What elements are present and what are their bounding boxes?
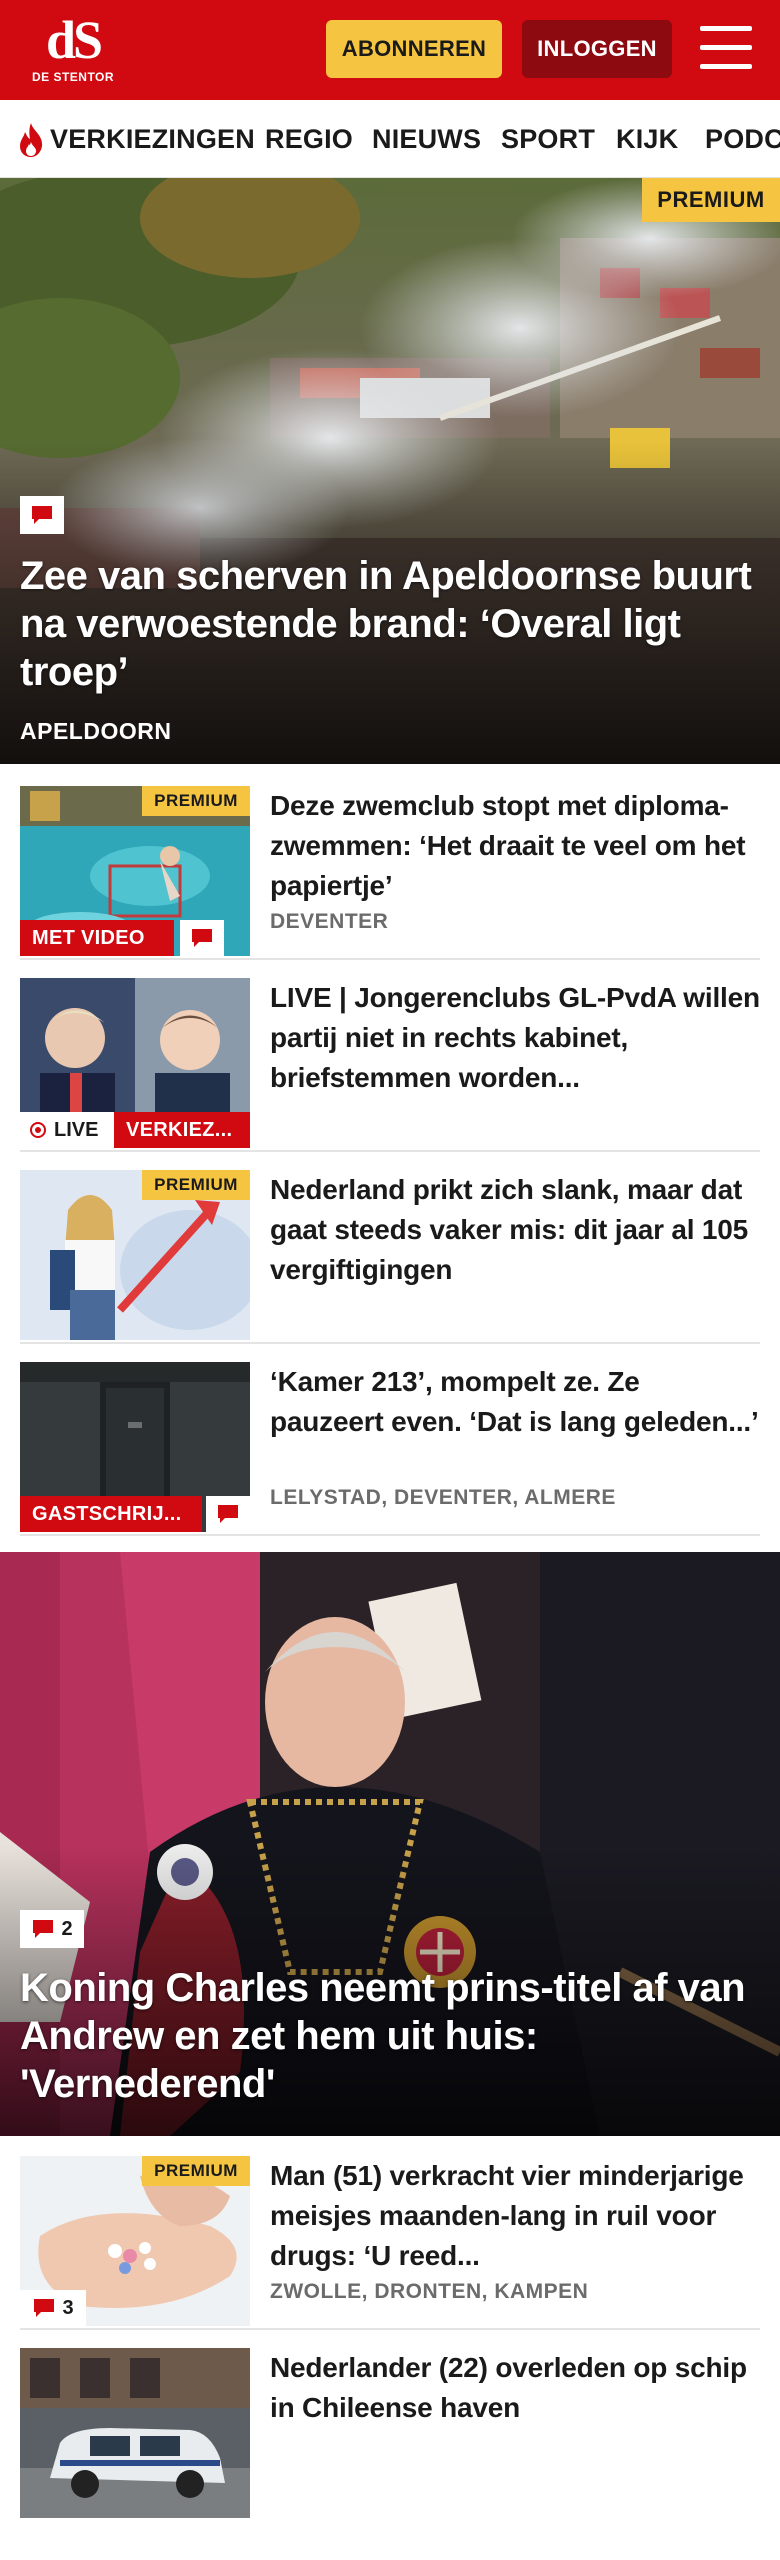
article-row[interactable]: GASTSCHRIJ... ‘Kamer 213’, mompelt ze. Z… xyxy=(20,1362,760,1536)
comment-icon xyxy=(192,929,212,947)
flame-icon xyxy=(20,123,43,157)
logo-mark: dS xyxy=(45,10,103,70)
hero-article[interactable]: PREMIUM Zee van scherven in Apeldoornse … xyxy=(0,178,780,764)
premium-badge: PREMIUM xyxy=(142,1170,250,1200)
hero-headline[interactable]: Zee van scherven in Apeldoornse buurt na… xyxy=(20,552,760,696)
live-text: LIVE xyxy=(54,1118,99,1141)
article-location: DEVENTER xyxy=(270,910,389,933)
hero-headline[interactable]: Koning Charles neemt prins-titel af van … xyxy=(20,1964,760,2108)
article-headline[interactable]: Nederlander (22) overleden op schip in C… xyxy=(270,2348,760,2428)
article-headline[interactable]: Deze zwemclub stopt met diploma-zwemmen:… xyxy=(270,786,760,906)
live-label: LIVE xyxy=(20,1112,114,1148)
article-thumbnail: LIVE VERKIEZ... xyxy=(20,978,250,1148)
premium-badge: PREMIUM xyxy=(642,178,780,222)
logo-subtitle: DE STENTOR xyxy=(31,70,115,84)
article-thumbnail: GASTSCHRIJ... xyxy=(20,1362,250,1532)
nav-item-podcast[interactable]: PODC xyxy=(705,120,780,158)
comment-icon xyxy=(218,1505,238,1523)
thumbnail-image xyxy=(20,2348,250,2518)
nav-item-verkiezingen[interactable]: VERKIEZINGEN xyxy=(50,120,255,158)
premium-badge: PREMIUM xyxy=(142,2156,250,2186)
nav-item-sport[interactable]: SPORT xyxy=(501,120,595,158)
article-thumbnail xyxy=(20,2348,250,2518)
article-thumbnail: PREMIUM MET VIDEO xyxy=(20,786,250,956)
comment-count: 2 xyxy=(61,1917,73,1940)
nav-item-regio[interactable]: REGIO xyxy=(265,120,353,158)
hero-location: APELDOORN xyxy=(20,718,172,744)
article-location: ZWOLLE, DRONTEN, KAMPEN xyxy=(270,2280,589,2303)
hamburger-menu-icon[interactable] xyxy=(700,26,752,70)
site-header: dS DE STENTOR ABONNEREN INLOGGEN xyxy=(0,0,780,100)
article-headline[interactable]: Man (51) verkracht vier minderjarige mei… xyxy=(270,2156,760,2276)
comment-badge[interactable] xyxy=(20,496,64,534)
comment-badge[interactable]: 3 xyxy=(20,2290,86,2326)
article-thumbnail: PREMIUM xyxy=(20,1170,250,1340)
site-logo[interactable]: dS DE STENTOR xyxy=(28,12,118,88)
comment-icon xyxy=(34,2299,55,2317)
video-label: MET VIDEO xyxy=(20,920,174,956)
nav-item-kijk[interactable]: KIJK xyxy=(616,120,678,158)
comment-badge[interactable]: 2 xyxy=(20,1910,84,1948)
article-row[interactable]: PREMIUM 3 Man (51) verkracht vier minder… xyxy=(20,2156,760,2330)
article-headline[interactable]: ‘Kamer 213’, mompelt ze. Ze pauzeert eve… xyxy=(270,1362,760,1442)
subscribe-button[interactable]: ABONNEREN xyxy=(326,20,502,78)
login-button[interactable]: INLOGGEN xyxy=(522,20,672,78)
premium-badge: PREMIUM xyxy=(142,786,250,816)
comment-icon xyxy=(33,1920,54,1938)
category-label: VERKIEZ... xyxy=(114,1112,250,1148)
article-row[interactable]: PREMIUM Nederland prikt zich slank, maar… xyxy=(20,1170,760,1344)
category-label: GASTSCHRIJ... xyxy=(20,1496,202,1532)
comment-badge[interactable] xyxy=(206,1496,250,1532)
hero-article[interactable]: 2 Koning Charles neemt prins-titel af va… xyxy=(0,1552,780,2136)
article-location: LELYSTAD, DEVENTER, ALMERE xyxy=(270,1486,616,1509)
article-row[interactable]: PREMIUM MET VIDEO Deze zwemclub stopt me… xyxy=(20,786,760,960)
comment-icon xyxy=(32,506,52,524)
main-nav: VERKIEZINGEN REGIO NIEUWS SPORT KIJK POD… xyxy=(0,100,780,178)
article-headline[interactable]: LIVE | Jongerenclubs GL-PvdA willen part… xyxy=(270,978,760,1098)
article-thumbnail: PREMIUM 3 xyxy=(20,2156,250,2326)
article-headline[interactable]: Nederland prikt zich slank, maar dat gaa… xyxy=(270,1170,760,1290)
comment-count: 3 xyxy=(62,2296,74,2319)
article-row[interactable]: LIVE VERKIEZ... LIVE | Jongerenclubs GL-… xyxy=(20,978,760,1152)
comment-badge[interactable] xyxy=(180,920,224,956)
live-dot-icon xyxy=(30,1122,46,1138)
nav-item-nieuws[interactable]: NIEUWS xyxy=(372,120,481,158)
article-row[interactable]: Nederlander (22) overleden op schip in C… xyxy=(20,2348,760,2522)
